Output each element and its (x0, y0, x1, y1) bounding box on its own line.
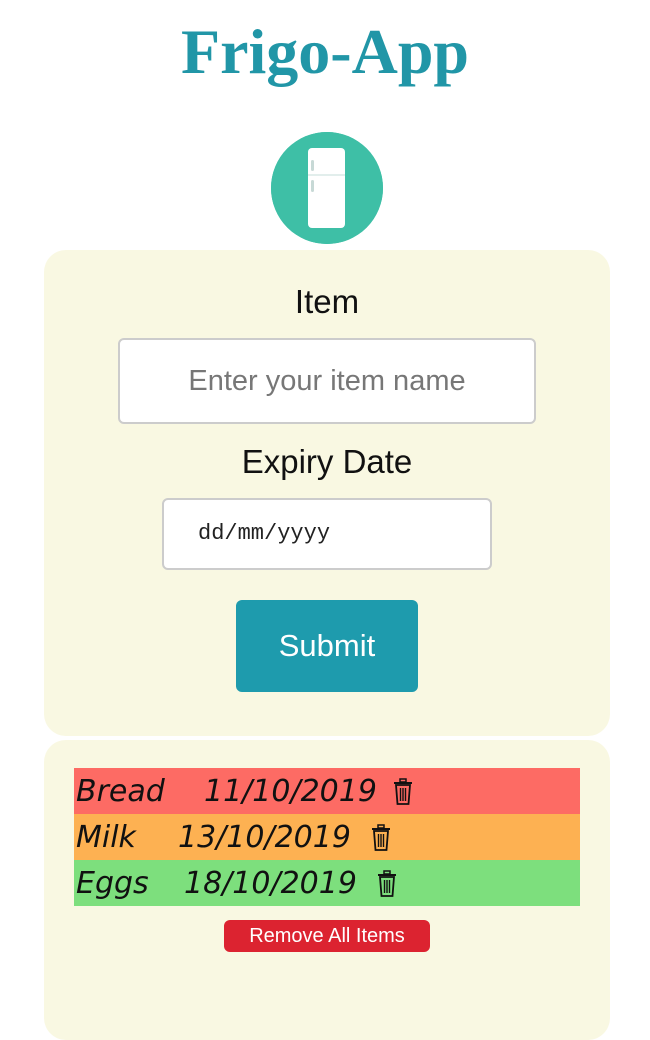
item-name: Bread (76, 774, 165, 809)
list-item: Eggs 18/10/2019 (74, 860, 580, 906)
item-name: Eggs (76, 866, 149, 901)
item-name-input[interactable] (118, 338, 536, 424)
item-expiry-date: 18/10/2019 (184, 866, 357, 901)
items-panel: Bread 11/10/2019 Milk 13/10/2019 Eggs 18… (44, 740, 610, 1040)
item-label: Item (294, 283, 360, 320)
app-title: Frigo-App (181, 16, 469, 87)
fridge-logo (271, 132, 383, 244)
submit-button[interactable]: Submit (236, 600, 418, 692)
trash-icon[interactable] (392, 778, 414, 806)
expiry-date-input[interactable]: dd/mm/yyyy (162, 498, 492, 570)
item-expiry-date: 13/10/2019 (178, 820, 351, 855)
trash-icon[interactable] (370, 824, 392, 852)
list-item: Milk 13/10/2019 (74, 814, 580, 860)
date-placeholder: dd/mm/yyyy (198, 521, 331, 546)
list-item: Bread 11/10/2019 (74, 768, 580, 814)
add-item-form: Item Expiry Date dd/mm/yyyy Submit (44, 250, 610, 736)
item-name: Milk (76, 820, 136, 855)
item-expiry-date: 11/10/2019 (204, 774, 377, 809)
trash-icon[interactable] (376, 870, 398, 898)
item-list: Bread 11/10/2019 Milk 13/10/2019 Eggs 18… (74, 768, 580, 906)
fridge-icon (271, 132, 383, 244)
expiry-date-label: Expiry Date (241, 443, 413, 480)
remove-all-button[interactable]: Remove All Items (224, 920, 430, 952)
